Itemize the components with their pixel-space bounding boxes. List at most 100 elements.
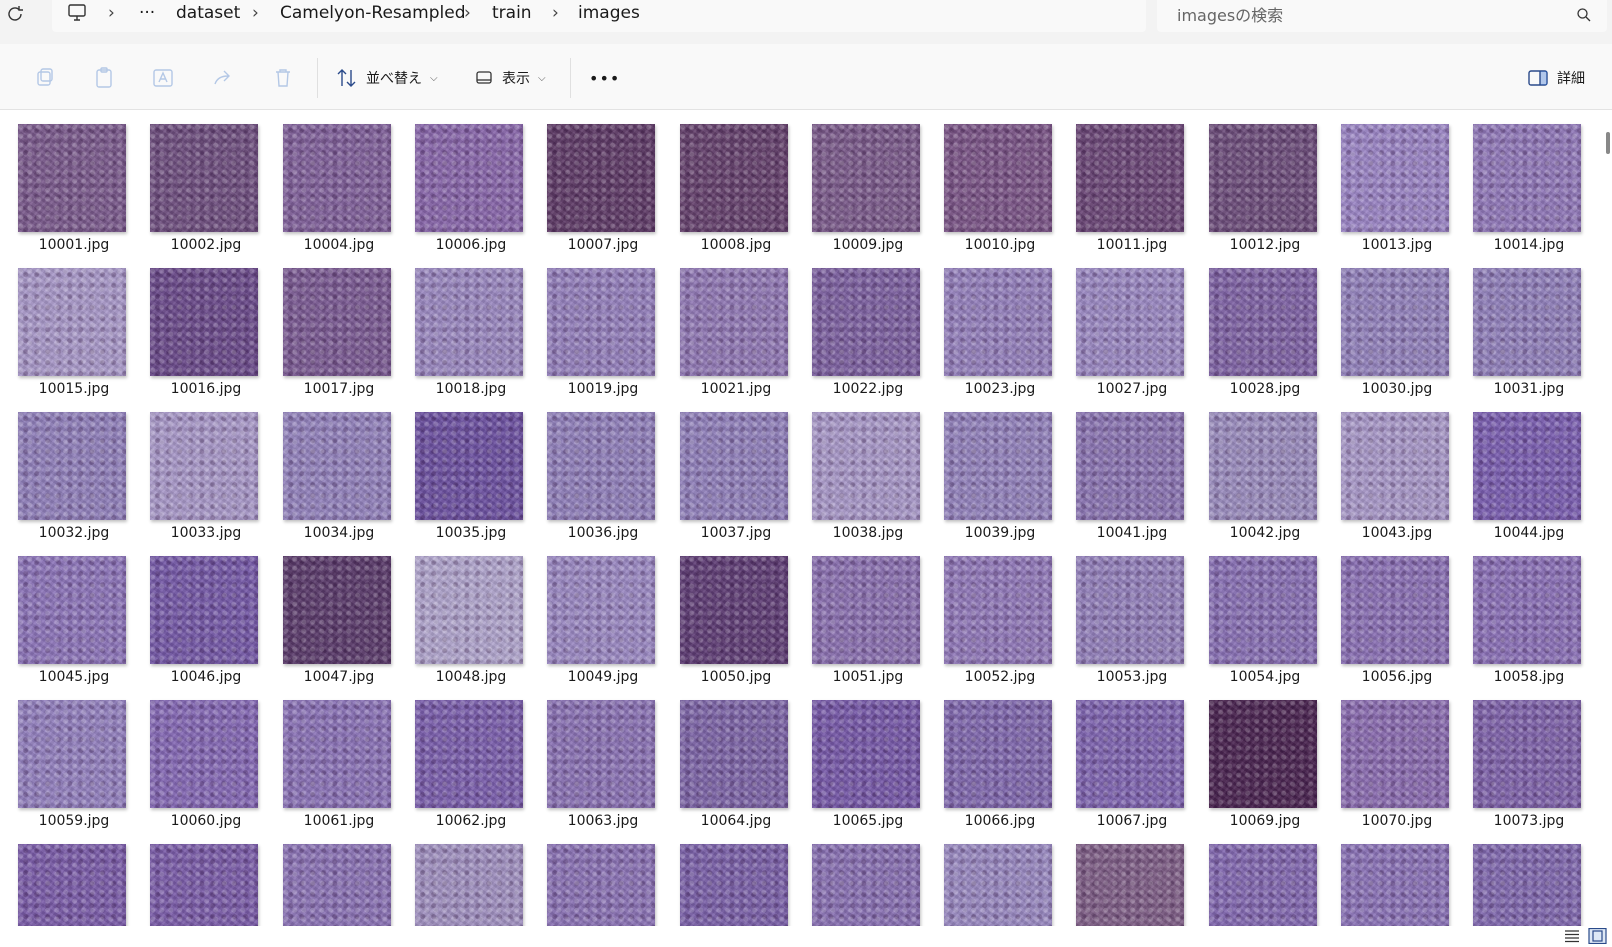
file-item[interactable]: 10014.jpg — [1455, 110, 1587, 253]
file-thumbnail[interactable] — [415, 556, 523, 664]
more-options-button[interactable]: ••• — [589, 64, 620, 92]
refresh-icon[interactable] — [4, 3, 26, 25]
sort-button[interactable]: 並べ替え ⌵ — [336, 64, 438, 92]
file-thumbnail[interactable] — [1209, 268, 1317, 376]
file-thumbnail[interactable] — [812, 412, 920, 520]
file-thumbnail[interactable] — [1209, 124, 1317, 232]
file-item[interactable]: 10033.jpg — [132, 395, 264, 541]
file-item[interactable]: 10043.jpg — [1323, 395, 1455, 541]
file-thumbnail[interactable] — [812, 556, 920, 664]
file-item[interactable]: 10045.jpg — [0, 539, 132, 685]
details-pane-button[interactable]: 詳細 — [1527, 64, 1585, 92]
file-thumbnail[interactable] — [1076, 268, 1184, 376]
file-thumbnail[interactable] — [1341, 268, 1449, 376]
file-thumbnail[interactable] — [1473, 268, 1581, 376]
file-item[interactable]: 10004.jpg — [265, 110, 397, 253]
share-icon[interactable] — [211, 66, 235, 90]
file-thumbnail[interactable] — [680, 556, 788, 664]
file-thumbnail[interactable] — [944, 124, 1052, 232]
file-item[interactable]: 10008.jpg — [662, 110, 794, 253]
file-thumbnail[interactable] — [1473, 700, 1581, 808]
file-thumbnail[interactable] — [1341, 556, 1449, 664]
file-thumbnail[interactable] — [1341, 124, 1449, 232]
file-item[interactable]: 10046.jpg — [132, 539, 264, 685]
file-item[interactable]: 10051.jpg — [794, 539, 926, 685]
file-thumbnail[interactable] — [150, 556, 258, 664]
file-item[interactable]: 10042.jpg — [1191, 395, 1323, 541]
file-thumbnail[interactable] — [283, 844, 391, 926]
search-input[interactable] — [1177, 2, 1557, 28]
file-thumbnail[interactable] — [150, 844, 258, 926]
file-item[interactable]: 10039.jpg — [926, 395, 1058, 541]
file-item[interactable]: 10048.jpg — [397, 539, 529, 685]
file-item[interactable] — [926, 827, 1058, 926]
file-thumbnail[interactable] — [812, 844, 920, 926]
file-item[interactable]: 10011.jpg — [1058, 110, 1190, 253]
file-thumbnail[interactable] — [944, 268, 1052, 376]
breadcrumb-item-dataset[interactable]: dataset — [176, 3, 240, 23]
file-item[interactable]: 10060.jpg — [132, 683, 264, 829]
file-item[interactable]: 10031.jpg — [1455, 251, 1587, 397]
file-item[interactable] — [265, 827, 397, 926]
file-item[interactable]: 10044.jpg — [1455, 395, 1587, 541]
file-thumbnail[interactable] — [1473, 844, 1581, 926]
file-item[interactable] — [662, 827, 794, 926]
paste-icon[interactable] — [92, 66, 116, 90]
file-item[interactable]: 10027.jpg — [1058, 251, 1190, 397]
file-item[interactable] — [529, 827, 661, 926]
file-thumbnail[interactable] — [150, 412, 258, 520]
file-thumbnail[interactable] — [1076, 124, 1184, 232]
file-thumbnail[interactable] — [680, 412, 788, 520]
file-thumbnail[interactable] — [18, 556, 126, 664]
file-item[interactable]: 10069.jpg — [1191, 683, 1323, 829]
file-thumbnail[interactable] — [1076, 700, 1184, 808]
file-thumbnail[interactable] — [18, 412, 126, 520]
file-item[interactable]: 10015.jpg — [0, 251, 132, 397]
file-item[interactable]: 10061.jpg — [265, 683, 397, 829]
rename-icon[interactable] — [151, 66, 175, 90]
search-icon[interactable] — [1575, 6, 1593, 24]
file-thumbnail[interactable] — [1209, 556, 1317, 664]
file-thumbnail[interactable] — [18, 700, 126, 808]
file-item[interactable] — [1191, 827, 1323, 926]
file-thumbnail[interactable] — [283, 268, 391, 376]
file-thumbnail[interactable] — [1209, 412, 1317, 520]
file-thumbnail[interactable] — [415, 268, 523, 376]
file-item[interactable]: 10016.jpg — [132, 251, 264, 397]
file-item[interactable]: 10017.jpg — [265, 251, 397, 397]
file-item[interactable] — [1455, 827, 1587, 926]
file-thumbnail[interactable] — [1209, 700, 1317, 808]
file-item[interactable]: 10006.jpg — [397, 110, 529, 253]
file-item[interactable]: 10049.jpg — [529, 539, 661, 685]
file-thumbnail[interactable] — [18, 844, 126, 926]
file-thumbnail[interactable] — [283, 124, 391, 232]
copy-icon[interactable] — [32, 66, 56, 90]
file-item[interactable]: 10059.jpg — [0, 683, 132, 829]
breadcrumb-item-camelyon[interactable]: Camelyon-Resampled — [280, 3, 466, 23]
file-thumbnail[interactable] — [1076, 844, 1184, 926]
file-item[interactable]: 10035.jpg — [397, 395, 529, 541]
file-item[interactable]: 10001.jpg — [0, 110, 132, 253]
file-thumbnail[interactable] — [547, 844, 655, 926]
file-item[interactable]: 10067.jpg — [1058, 683, 1190, 829]
file-item[interactable]: 10063.jpg — [529, 683, 661, 829]
file-thumbnail[interactable] — [812, 124, 920, 232]
view-button[interactable]: 表示 ⌵ — [474, 64, 546, 92]
file-item[interactable]: 10023.jpg — [926, 251, 1058, 397]
file-thumbnail[interactable] — [1076, 412, 1184, 520]
file-item[interactable]: 10022.jpg — [794, 251, 926, 397]
file-thumbnail[interactable] — [283, 700, 391, 808]
search-box[interactable] — [1157, 0, 1607, 32]
file-thumbnail[interactable] — [18, 124, 126, 232]
file-item[interactable]: 10036.jpg — [529, 395, 661, 541]
file-thumbnail[interactable] — [547, 124, 655, 232]
file-thumbnail[interactable] — [944, 412, 1052, 520]
file-thumbnail[interactable] — [150, 124, 258, 232]
file-item[interactable]: 10021.jpg — [662, 251, 794, 397]
file-item[interactable]: 10012.jpg — [1191, 110, 1323, 253]
file-item[interactable]: 10054.jpg — [1191, 539, 1323, 685]
file-thumbnail[interactable] — [547, 412, 655, 520]
file-item[interactable]: 10032.jpg — [0, 395, 132, 541]
file-thumbnail[interactable] — [1473, 412, 1581, 520]
file-thumbnail[interactable] — [18, 268, 126, 376]
